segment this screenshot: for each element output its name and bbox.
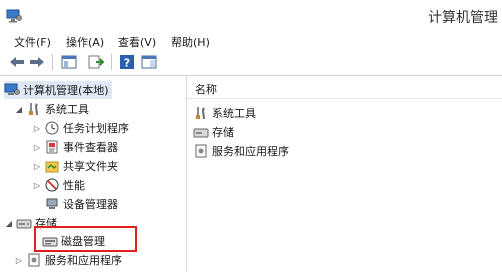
menu-file[interactable]: 文件(F) (14, 34, 51, 50)
event-viewer-icon (44, 139, 60, 155)
tools-icon (193, 105, 209, 121)
list-item-label: 系统工具 (212, 107, 256, 120)
column-header-label: 名称 (195, 83, 217, 96)
tree-node-label: 事件查看器 (63, 141, 118, 154)
tree-node-system-tools[interactable]: ◢ 系统工具 (14, 100, 89, 118)
clock-icon (44, 120, 60, 136)
device-manager-icon (44, 196, 60, 212)
svg-text:?: ? (124, 57, 130, 70)
details-pane: 名称 系统工具 存储 服务和应用程序 (187, 76, 502, 272)
shared-folder-icon (44, 158, 60, 174)
tree-node-label: 系统工具 (45, 103, 89, 116)
menu-help[interactable]: 帮助(H) (171, 34, 210, 50)
help-icon[interactable]: ? (118, 53, 136, 71)
list-item[interactable]: 存储 (193, 123, 234, 141)
forward-icon[interactable] (28, 53, 46, 71)
tree-node-label: 计算机管理(本地) (23, 84, 109, 97)
list-item-label: 存储 (212, 126, 234, 139)
computer-management-icon (4, 82, 20, 98)
tree-node-task-scheduler[interactable]: ▷ 任务计划程序 (32, 119, 129, 137)
tree-node-label: 性能 (63, 179, 85, 192)
toolbar-separator (111, 54, 112, 70)
storage-icon (193, 124, 209, 140)
menu-bar: 文件(F) 操作(A) 查看(V) 帮助(H) (0, 32, 502, 50)
tree-node-performance[interactable]: ▷ 性能 (32, 176, 85, 194)
column-header-name[interactable]: 名称 (187, 76, 502, 99)
tree-node-label: 任务计划程序 (63, 122, 129, 135)
tree-node-services-apps[interactable]: ▷ 服务和应用程序 (14, 251, 122, 269)
tree-node-root[interactable]: 计算机管理(本地) (4, 81, 112, 99)
expand-arrow-icon[interactable]: ▷ (14, 251, 24, 269)
performance-icon (44, 177, 60, 193)
list-item[interactable]: 服务和应用程序 (193, 142, 289, 160)
computer-management-icon (6, 9, 22, 23)
toolbar: ? (0, 50, 502, 76)
storage-icon (16, 215, 32, 231)
properties-icon[interactable] (140, 53, 158, 71)
services-icon (193, 143, 209, 159)
back-icon[interactable] (8, 53, 26, 71)
toolbar-separator (52, 54, 53, 70)
window-title: 计算机管理 (428, 10, 498, 26)
menu-action[interactable]: 操作(A) (66, 34, 104, 50)
tree-node-event-viewer[interactable]: ▷ 事件查看器 (32, 138, 118, 156)
tree-node-label: 共享文件夹 (63, 160, 118, 173)
tree-node-label: 设备管理器 (63, 198, 118, 211)
collapse-arrow-icon[interactable]: ◢ (4, 214, 14, 232)
export-list-icon[interactable] (87, 53, 105, 71)
highlight-annotation (34, 226, 137, 252)
expand-arrow-icon[interactable]: ▷ (32, 157, 42, 175)
title-bar: 计算机管理 (0, 0, 502, 32)
tree-node-label: 服务和应用程序 (45, 254, 122, 267)
expand-arrow-icon[interactable]: ▷ (32, 138, 42, 156)
show-hide-tree-icon[interactable] (60, 53, 78, 71)
tools-icon (26, 101, 42, 117)
expand-arrow-icon[interactable]: ▷ (32, 176, 42, 194)
expand-arrow-icon[interactable]: ▷ (32, 119, 42, 137)
list-item[interactable]: 系统工具 (193, 104, 256, 122)
services-icon (26, 252, 42, 268)
list-item-label: 服务和应用程序 (212, 145, 289, 158)
menu-view[interactable]: 查看(V) (118, 34, 156, 50)
collapse-arrow-icon[interactable]: ◢ (14, 100, 24, 118)
tree-node-shared-folders[interactable]: ▷ 共享文件夹 (32, 157, 118, 175)
tree-node-device-manager[interactable]: 设备管理器 (44, 195, 118, 213)
